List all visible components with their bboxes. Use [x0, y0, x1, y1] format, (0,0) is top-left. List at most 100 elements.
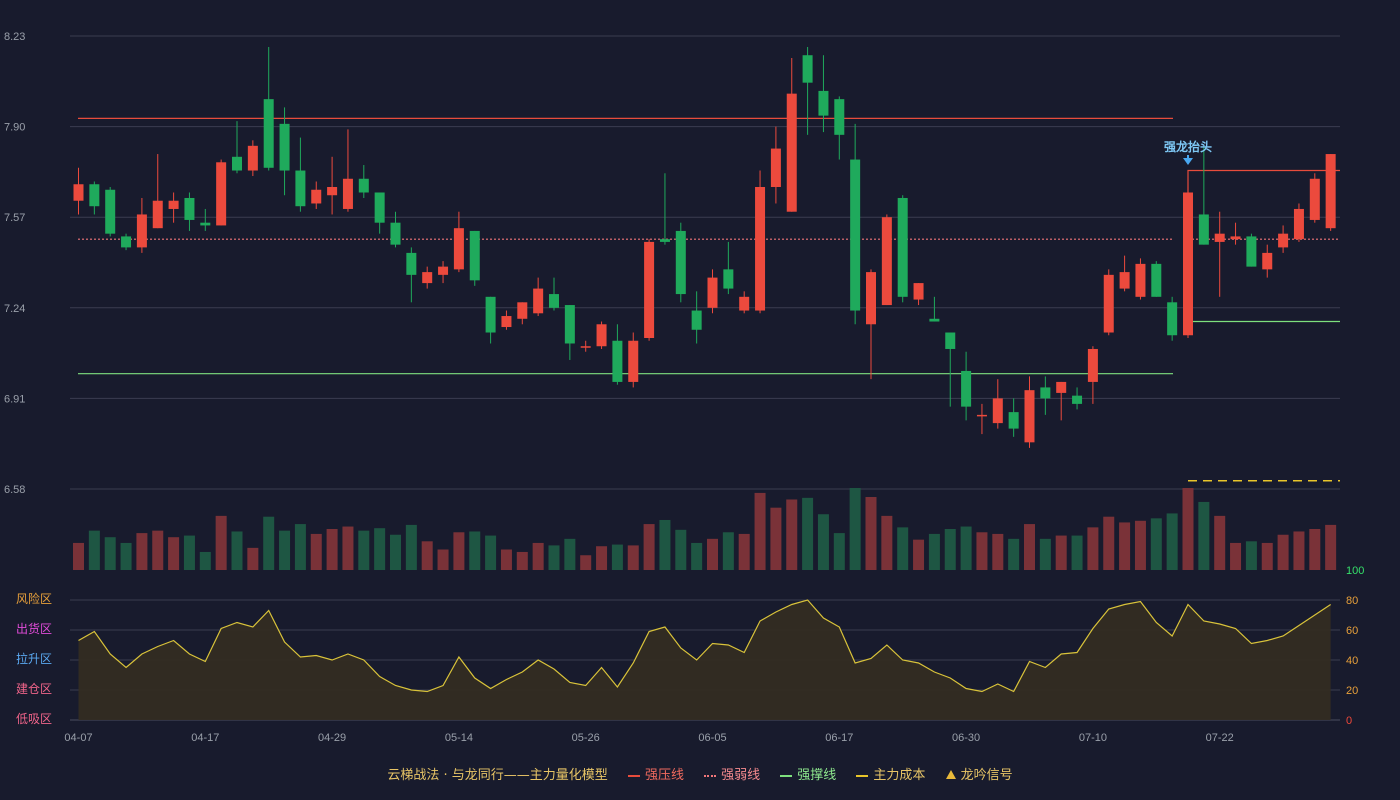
- volume-bar: [976, 532, 988, 570]
- volume-bar: [1214, 515, 1226, 570]
- indicator-zone-label: 低吸区: [16, 712, 52, 726]
- candle-body: [136, 214, 147, 248]
- volume-bar: [833, 533, 845, 570]
- volume-bar: [199, 551, 211, 570]
- volume-bar: [231, 531, 243, 570]
- volume-bar: [437, 549, 449, 570]
- candle-body: [739, 296, 750, 311]
- indicator-tick-label: 20: [1346, 685, 1358, 697]
- candle-body: [1072, 395, 1083, 404]
- chart-legend: 云梯战法 · 与龙同行——主力量化模型 强压线 强弱线 强撑线 主力成本 龙吟信…: [0, 764, 1400, 783]
- legend-item-strong-pressure[interactable]: 强压线: [627, 764, 684, 783]
- legend-label: 强弱线: [721, 768, 761, 783]
- volume-bar: [136, 533, 148, 570]
- candle-body: [517, 302, 528, 319]
- volume-bar: [405, 524, 417, 570]
- candle-body: [707, 277, 718, 308]
- price-axis-labels: 8.23 7.90 7.57 7.24 6.91 6.58: [4, 31, 25, 496]
- legend-item-strong-support[interactable]: 强撑线: [780, 764, 836, 783]
- x-tick-label: 05-14: [445, 732, 473, 744]
- candle-body: [850, 159, 861, 311]
- price-grid: [70, 35, 1340, 490]
- volume-bar: [120, 542, 132, 570]
- candle-body: [453, 228, 464, 270]
- legend-item-signal[interactable]: 龙吟信号: [945, 764, 1013, 783]
- legend-item-cost[interactable]: 主力成本: [856, 764, 925, 783]
- volume-bar: [247, 547, 259, 570]
- volume-bar: [1008, 538, 1020, 570]
- candle-body: [992, 398, 1003, 424]
- candle-body: [1246, 236, 1257, 267]
- volume-bar: [88, 530, 100, 570]
- volume-bar: [643, 524, 655, 570]
- volume-bar: [1309, 529, 1321, 570]
- legend-swatch-solid-green: [780, 774, 793, 777]
- indicator-tick-label: 40: [1346, 655, 1358, 667]
- volume-bar: [897, 527, 909, 570]
- volume-bar: [770, 507, 782, 570]
- volume-bar: [1277, 534, 1289, 570]
- volume-bar: [485, 535, 497, 570]
- candle-body: [723, 269, 734, 289]
- volume-bar: [1024, 524, 1035, 570]
- candles: [73, 46, 1336, 448]
- volume-bar: [548, 545, 560, 570]
- signal-arrow-icon: [1183, 158, 1193, 165]
- volume-bar: [802, 497, 814, 570]
- candle-body: [755, 187, 766, 311]
- volume-bar: [627, 545, 639, 570]
- volume-bar: [358, 530, 370, 570]
- legend-label: 强撑线: [797, 768, 837, 783]
- volume-bar: [469, 531, 481, 570]
- candle-body: [1151, 263, 1162, 297]
- volume-bar: [263, 516, 275, 570]
- candle-body: [580, 346, 591, 348]
- candle-body: [358, 178, 369, 193]
- candle-body: [786, 93, 797, 212]
- volume-bar: [596, 546, 608, 570]
- price-tick-label: 6.91: [4, 393, 25, 405]
- candle-body: [152, 200, 163, 229]
- volume-bar: [374, 528, 386, 570]
- candle-body: [73, 184, 84, 201]
- volume-bar: [183, 535, 195, 570]
- volume-bar: [1182, 488, 1194, 570]
- volume-bar: [817, 514, 829, 570]
- x-tick-label: 04-07: [64, 732, 92, 744]
- candle-body: [121, 236, 132, 248]
- candle-body: [1008, 412, 1019, 429]
- candle-body: [247, 145, 258, 171]
- candle-body: [691, 310, 702, 330]
- candle-body: [612, 340, 623, 382]
- price-tick-label: 8.23: [4, 31, 25, 43]
- legend-swatch-dashed-yellow: [856, 774, 869, 777]
- indicator-panel: 0 20 40 60 80 100 低吸区 建仓区 拉升区 出货区 风险区: [16, 565, 1364, 727]
- volume-bar: [849, 488, 861, 570]
- candle-body: [501, 316, 512, 328]
- x-tick-label: 07-10: [1079, 732, 1107, 744]
- candle-body: [374, 192, 385, 223]
- volume-bar: [294, 524, 306, 570]
- indicator-zone-label: 风险区: [16, 591, 52, 606]
- triangle-icon: [945, 770, 956, 779]
- candle-body: [279, 123, 290, 171]
- candle-body: [295, 170, 306, 207]
- volume-bar: [500, 549, 512, 570]
- candle-body: [1183, 192, 1193, 336]
- volume-bar: [944, 529, 956, 570]
- candle-body: [976, 414, 987, 417]
- candle-body: [184, 197, 195, 220]
- legend-item-strong-weak[interactable]: 强弱线: [704, 764, 760, 783]
- indicator-zone-label: 出货区: [16, 621, 52, 636]
- candle-body: [1024, 390, 1035, 443]
- candle-body: [89, 184, 100, 207]
- x-tick-label: 04-17: [191, 732, 219, 744]
- volume-bar: [390, 534, 401, 570]
- volume-bar: [1103, 516, 1115, 570]
- signal-label: 强龙抬头: [1164, 139, 1212, 154]
- candle-body: [263, 99, 274, 168]
- volume-bar: [1166, 513, 1178, 570]
- legend-swatch-solid-red: [627, 774, 640, 777]
- candle-body: [770, 148, 781, 187]
- candle-body: [1230, 236, 1241, 240]
